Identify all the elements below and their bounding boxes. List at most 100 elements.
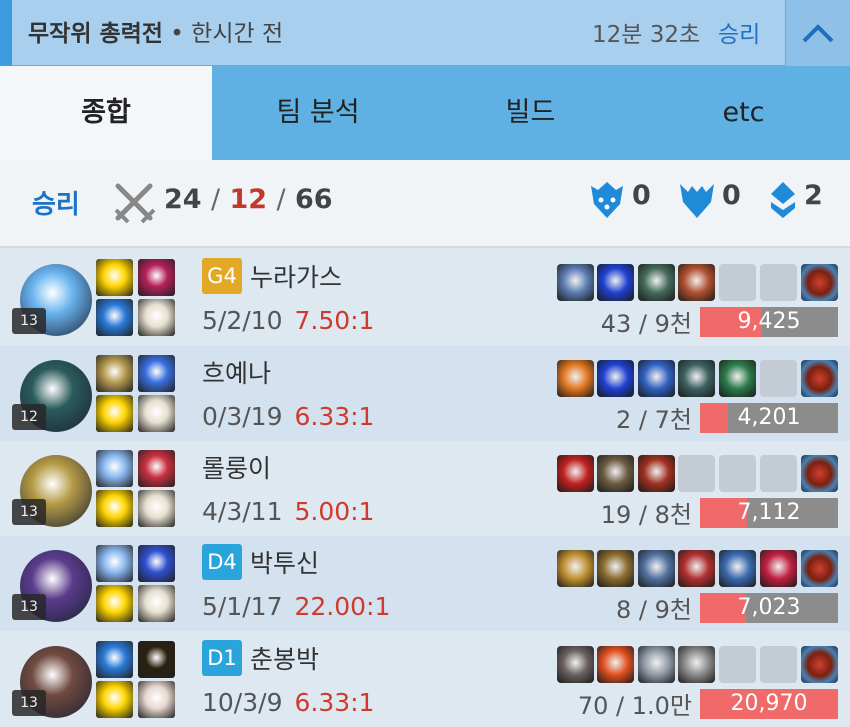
summoner-spell-1-icon[interactable] <box>96 450 133 487</box>
damage-bar: 20,970 <box>700 689 838 719</box>
time-ago: • 한시간 전 <box>170 21 284 47</box>
secondary-rune-icon[interactable] <box>138 585 175 622</box>
crossed-swords-icon <box>114 183 156 224</box>
ward-trinket-icon[interactable] <box>801 550 838 587</box>
cs-gold: 70 / 1.0만 <box>577 692 692 720</box>
item-slot[interactable] <box>597 646 634 683</box>
team-summary: 승리 24 / 12 / 66 0 0 2 <box>0 160 850 248</box>
game-duration: 12분 32초 <box>592 22 701 48</box>
secondary-rune-icon[interactable] <box>138 681 175 718</box>
match-title: 무작위 총력전 • 한시간 전 <box>28 14 283 48</box>
primary-rune-icon[interactable] <box>96 395 133 432</box>
empty-item-slot <box>719 455 756 492</box>
player-row[interactable]: 12 흐예나 0/3/19 6.33:1 2 / 7천 4,201 <box>0 346 850 441</box>
summoner-name[interactable]: 박투신 <box>250 544 319 580</box>
kda-ratio: 22.00:1 <box>294 592 391 621</box>
player-row[interactable]: 13 롤룽이 4/3/11 5.00:1 19 / 8천 7,112 <box>0 441 850 536</box>
item-slot[interactable] <box>557 455 594 492</box>
item-slot[interactable] <box>597 360 634 397</box>
ward-trinket-icon[interactable] <box>801 455 838 492</box>
tier-badge: D1 <box>202 640 242 676</box>
empty-item-slot <box>760 646 797 683</box>
secondary-rune-icon[interactable] <box>138 299 175 336</box>
empty-item-slot <box>760 264 797 301</box>
item-slot[interactable] <box>638 550 675 587</box>
item-slot[interactable] <box>678 646 715 683</box>
item-slot[interactable] <box>678 360 715 397</box>
secondary-rune-icon[interactable] <box>138 490 175 527</box>
item-slot[interactable] <box>638 264 675 301</box>
player-kda-line: 4/3/11 5.00:1 <box>202 497 374 526</box>
tab-team-analysis[interactable]: 팀 분석 <box>212 66 424 160</box>
summoner-spell-2-icon[interactable] <box>138 355 175 392</box>
item-slot[interactable] <box>638 360 675 397</box>
cs-gold: 19 / 8천 <box>600 501 692 529</box>
item-slot[interactable] <box>678 264 715 301</box>
secondary-rune-icon[interactable] <box>138 395 175 432</box>
summoner-spell-1-icon[interactable] <box>96 259 133 296</box>
item-slot[interactable] <box>557 646 594 683</box>
item-slot[interactable] <box>597 455 634 492</box>
inhibitor-icon <box>771 182 795 218</box>
item-slot[interactable] <box>719 550 756 587</box>
ward-trinket-icon[interactable] <box>801 360 838 397</box>
item-slot[interactable] <box>719 360 756 397</box>
game-mode: 무작위 총력전 <box>28 21 163 47</box>
summoner-spell-2-icon[interactable] <box>138 641 175 678</box>
team-kda: 24 / 12 / 66 <box>164 184 333 215</box>
summoner-spell-2-icon[interactable] <box>138 259 175 296</box>
item-slot[interactable] <box>557 360 594 397</box>
player-kda-line: 5/2/10 7.50:1 <box>202 306 374 335</box>
primary-rune-icon[interactable] <box>96 585 133 622</box>
primary-rune-icon[interactable] <box>96 299 133 336</box>
damage-value: 20,970 <box>730 691 808 716</box>
damage-value: 4,201 <box>737 405 801 430</box>
tab-overview[interactable]: 종합 <box>0 66 212 160</box>
tab-etc[interactable]: etc <box>637 66 850 160</box>
kda-ratio: 6.33:1 <box>294 688 375 717</box>
item-slot[interactable] <box>597 264 634 301</box>
tab-build[interactable]: 빌드 <box>424 66 637 160</box>
summoner-spell-2-icon[interactable] <box>138 545 175 582</box>
summoner-spell-1-icon[interactable] <box>96 545 133 582</box>
summoner-name[interactable]: 롤룽이 <box>202 449 271 485</box>
ward-trinket-icon[interactable] <box>801 646 838 683</box>
win-accent-bar <box>0 0 12 66</box>
item-slot[interactable] <box>557 550 594 587</box>
kda-ratio: 6.33:1 <box>294 402 375 431</box>
summoner-name[interactable]: 누라가스 <box>250 258 342 294</box>
champion-level: 13 <box>12 594 46 620</box>
champion-level: 12 <box>12 404 46 430</box>
empty-item-slot <box>678 455 715 492</box>
player-kda: 4/3/11 <box>202 497 283 526</box>
item-slot[interactable] <box>638 455 675 492</box>
tier-badge: G4 <box>202 258 242 294</box>
kda-separator: / <box>276 184 286 215</box>
damage-bar: 9,425 <box>700 307 838 337</box>
summoner-name[interactable]: 흐예나 <box>202 354 271 390</box>
item-slot[interactable] <box>597 550 634 587</box>
game-result: 승리 <box>718 22 761 48</box>
summoner-spell-2-icon[interactable] <box>138 450 175 487</box>
team-deaths: 12 <box>229 184 268 215</box>
summoner-spell-1-icon[interactable] <box>96 355 133 392</box>
item-slot[interactable] <box>557 264 594 301</box>
player-row[interactable]: 13 G4 누라가스 5/2/10 7.50:1 43 / 9천 9,425 <box>0 250 850 345</box>
primary-rune-icon[interactable] <box>96 681 133 718</box>
collapse-button[interactable] <box>785 0 850 66</box>
item-slot[interactable] <box>678 550 715 587</box>
match-header[interactable]: 무작위 총력전 • 한시간 전 12분 32초 승리 <box>0 0 850 66</box>
player-row[interactable]: 13 D4 박투신 5/1/17 22.00:1 8 / 9천 7,023 <box>0 536 850 631</box>
ward-trinket-icon[interactable] <box>801 264 838 301</box>
primary-rune-icon[interactable] <box>96 490 133 527</box>
summoner-spell-1-icon[interactable] <box>96 641 133 678</box>
damage-value: 7,112 <box>737 500 801 525</box>
item-slot[interactable] <box>638 646 675 683</box>
summoner-name[interactable]: 춘봉박 <box>250 640 319 676</box>
player-row[interactable]: 13 D1 춘봉박 10/3/9 6.33:1 70 / 1.0만 20,970 <box>0 632 850 727</box>
player-kda-line: 5/1/17 22.00:1 <box>202 592 390 621</box>
player-kda: 0/3/19 <box>202 402 283 431</box>
damage-value: 9,425 <box>737 309 801 334</box>
item-slot[interactable] <box>760 550 797 587</box>
champion-level: 13 <box>12 690 46 716</box>
